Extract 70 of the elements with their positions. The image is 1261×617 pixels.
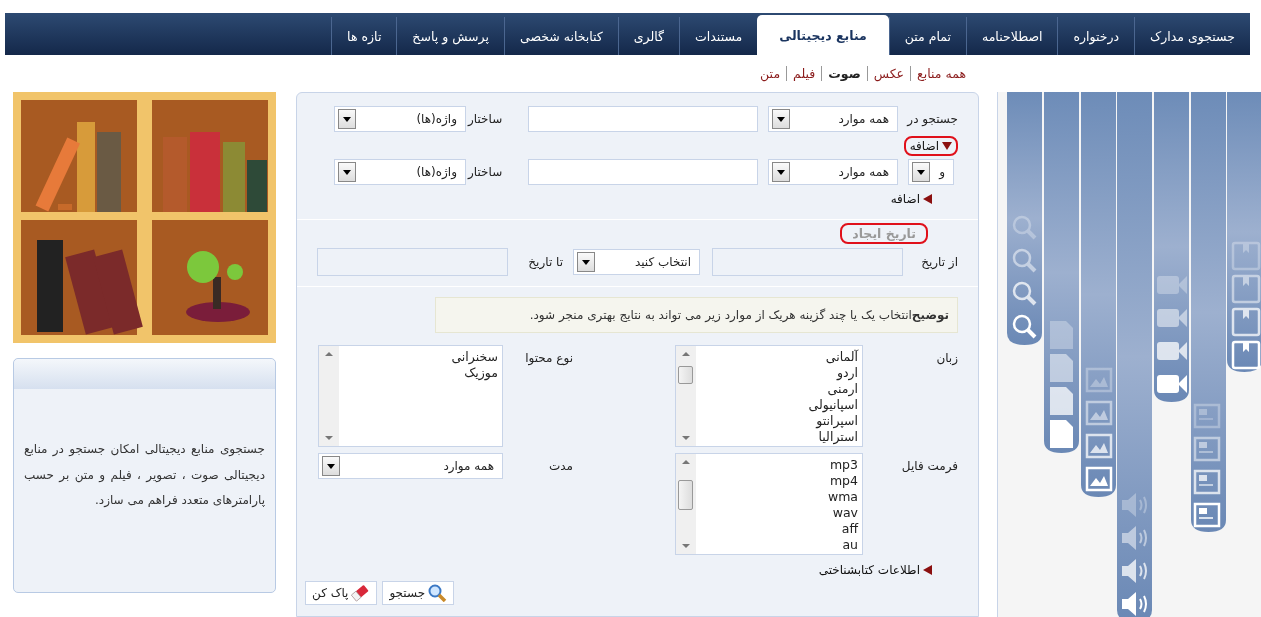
list-option[interactable]: mp4 bbox=[696, 473, 858, 489]
caret-icon bbox=[577, 252, 596, 272]
hint-text: توضیحانتخاب یک یا چند گزینه هریک از موارد زیر می تواند به نتایج بهتری منجر شود. bbox=[435, 297, 958, 333]
field-label: تا تاریخ bbox=[527, 255, 564, 269]
nav-tab[interactable]: اصطلاحنامه bbox=[965, 17, 1058, 55]
field-label: جستجو در bbox=[905, 112, 958, 126]
terms-dropdown[interactable]: واژه(ها) bbox=[334, 159, 466, 185]
list-option[interactable]: wma bbox=[696, 489, 858, 505]
caret-icon bbox=[338, 109, 356, 129]
caret-icon bbox=[338, 162, 356, 182]
list-option[interactable]: اسپانیولی bbox=[696, 397, 858, 413]
list-option[interactable]: au bbox=[696, 537, 858, 553]
list-option[interactable]: ارمنی bbox=[696, 381, 858, 397]
field-dropdown[interactable]: همه موارد bbox=[768, 106, 898, 132]
terms-dropdown[interactable]: واژه(ها) bbox=[334, 106, 466, 132]
media-link[interactable]: متن bbox=[760, 66, 788, 81]
media-link[interactable]: صوت bbox=[828, 66, 868, 81]
list-box[interactable]: سخنرانی موزیک bbox=[318, 345, 503, 447]
list-option[interactable]: موزیک bbox=[339, 365, 498, 381]
add-toggle[interactable]: اطلاعات کتابشناختی bbox=[818, 563, 952, 577]
nav-tab[interactable]: کتابخانه شخصی bbox=[503, 17, 618, 55]
scrollbar[interactable] bbox=[676, 346, 696, 446]
nav-tab[interactable]: جستجوی مدارک bbox=[1134, 17, 1250, 55]
field-label: مدت bbox=[547, 458, 573, 473]
nav-tab[interactable]: منابع دیجیتالی bbox=[757, 15, 889, 55]
list-option[interactable]: wav bbox=[696, 505, 858, 521]
operator-dropdown[interactable]: و bbox=[908, 159, 954, 185]
caret-icon bbox=[772, 109, 790, 129]
list-option[interactable]: اردو bbox=[696, 365, 858, 381]
media-link[interactable]: همه منابع bbox=[917, 66, 966, 81]
search-icon bbox=[427, 584, 448, 602]
media-link[interactable]: عکس bbox=[873, 66, 912, 81]
list-box[interactable]: آلمانی اردو ارمنی اسپانیولی اسپرانتو استرالیا bbox=[675, 345, 863, 447]
list-option[interactable]: سخنرانی bbox=[339, 349, 498, 365]
caret-icon bbox=[322, 456, 340, 476]
caret-icon bbox=[772, 162, 790, 182]
list-box[interactable]: mp3 mp4 wma wav aff au bbox=[675, 453, 863, 555]
caret-icon bbox=[912, 162, 930, 182]
nav-tab[interactable]: تازه ها bbox=[331, 17, 397, 55]
search-button[interactable]: جستجو bbox=[382, 581, 455, 605]
field-label: ساختار bbox=[466, 165, 504, 179]
field-label: از تاریخ bbox=[920, 255, 958, 269]
add-toggle[interactable]: اضافه bbox=[890, 191, 952, 206]
nav-tab[interactable]: مستندات bbox=[679, 17, 758, 55]
date-input[interactable] bbox=[712, 248, 904, 276]
date-dropdown[interactable]: انتخاب کنید bbox=[573, 249, 700, 275]
clear-button[interactable]: پاک کن bbox=[305, 581, 378, 605]
search-input[interactable] bbox=[528, 159, 758, 185]
media-link[interactable]: فیلم bbox=[793, 66, 823, 81]
nav-tab[interactable]: پرسش و پاسخ bbox=[396, 17, 504, 55]
nav-tab[interactable]: گالری bbox=[617, 17, 680, 55]
list-option[interactable]: mp3 bbox=[696, 457, 858, 473]
scrollbar[interactable] bbox=[676, 454, 696, 554]
field-label: فرمت فایل bbox=[900, 458, 958, 473]
duration-dropdown[interactable]: همه موارد bbox=[318, 453, 503, 479]
search-input[interactable] bbox=[528, 106, 758, 132]
scrollbar[interactable] bbox=[319, 346, 339, 446]
description-text: جستجوی منابع دیجیتالی امکان جستجو در منابع دیجیتالی صوت ، تصویر ، فیلم و متن بر حسب پارامترهای متعدد فراهم می سازد. bbox=[24, 441, 265, 509]
field-label: ساختار bbox=[466, 112, 504, 126]
field-label: نوع محتوا bbox=[524, 350, 573, 365]
list-option[interactable]: اسپرانتو bbox=[696, 413, 858, 429]
list-option[interactable]: استرالیا bbox=[696, 429, 858, 445]
add-toggle[interactable]: اضافه bbox=[909, 138, 952, 153]
field-label: زبان bbox=[935, 350, 958, 365]
section-heading: تاریخ ایجاد bbox=[851, 225, 917, 241]
list-option[interactable]: aff bbox=[696, 521, 858, 537]
list-option[interactable]: آلمانی bbox=[696, 349, 858, 365]
field-dropdown[interactable]: همه موارد bbox=[768, 159, 898, 185]
nav-tab[interactable]: درختواره bbox=[1057, 17, 1135, 55]
date-input[interactable] bbox=[317, 248, 509, 276]
